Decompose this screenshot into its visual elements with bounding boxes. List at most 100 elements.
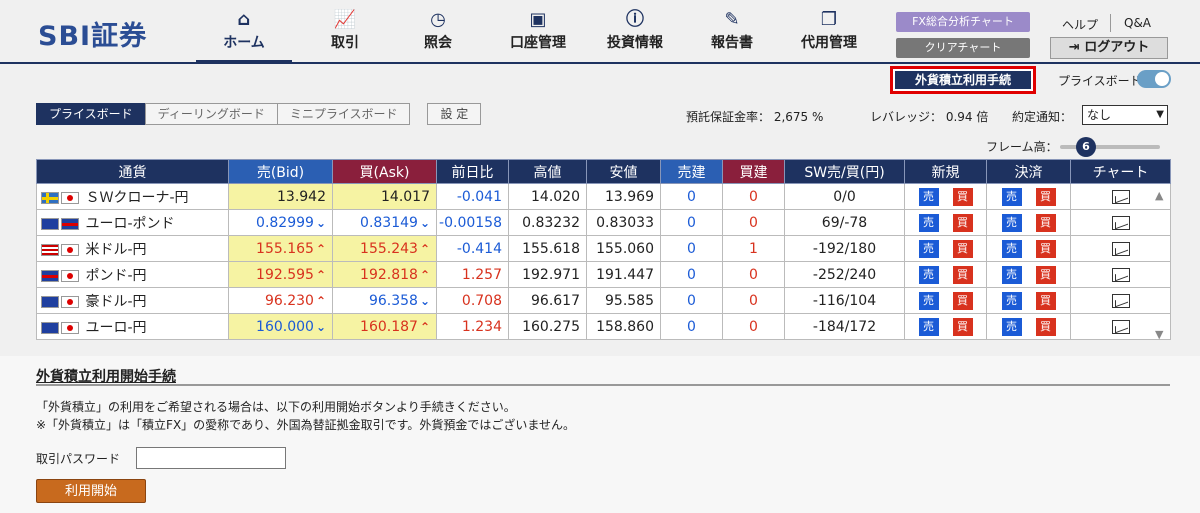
bid-cell[interactable]: 0.82999 ⌄ (228, 209, 333, 236)
table-row[interactable]: 米ドル-円 155.165 ⌃ 155.243 ⌃ -0.414 155.618 155.06… (36, 235, 1171, 262)
ask-cell[interactable]: 14.017 (332, 183, 437, 210)
ask-cell[interactable]: 160.187 ⌃ (332, 313, 437, 340)
section-description-1: 「外貨積立」の利用をご希望される場合は、以下の利用開始ボタンより手続きください。 (36, 400, 516, 414)
settle-sell-button[interactable]: 売 (1001, 187, 1022, 206)
nav-account[interactable]: ▣ 口座管理 (488, 8, 588, 62)
tab-settings[interactable]: 設 定 (427, 103, 482, 125)
new-sell-button[interactable]: 売 (918, 317, 939, 336)
ask-cell[interactable]: 96.358 ⌄ (332, 287, 437, 314)
logout-button[interactable]: ⇥ ログアウト (1050, 37, 1168, 59)
high-cell: 14.020 (508, 183, 587, 210)
settle-sell-button[interactable]: 売 (1001, 239, 1022, 258)
priceboard-toggle[interactable] (1137, 70, 1171, 88)
high-cell: 96.617 (508, 287, 587, 314)
table-row[interactable]: ポンド-円 192.595 ⌃ 192.818 ⌃ 1.257 192.971 191.447… (36, 261, 1171, 288)
nav-collateral[interactable]: ❐ 代用管理 (784, 8, 874, 62)
table-row[interactable]: ユーロ-ポンド 0.82999 ⌄ 0.83149 ⌄ -0.00158 0.83232 0.… (36, 209, 1171, 236)
currency-cell[interactable]: ＳＷクローナ-円 (36, 183, 229, 210)
chart-icon[interactable] (1111, 319, 1130, 334)
fx-tsumitate-button[interactable]: 外貨積立利用手続 (895, 71, 1031, 89)
nav-trade[interactable]: 📈 取引 (300, 8, 390, 62)
chart-icon[interactable] (1111, 241, 1130, 256)
new-order-cell: 売買 (904, 287, 987, 314)
qa-link[interactable]: Q&A (1124, 16, 1151, 30)
settle-sell-button[interactable]: 売 (1001, 291, 1022, 310)
new-buy-button[interactable]: 買 (952, 317, 973, 336)
bid-cell[interactable]: 160.000 ⌄ (228, 313, 333, 340)
fx-analysis-chart-button[interactable]: FX総合分析チャート (896, 12, 1030, 32)
ask-cell[interactable]: 0.83149 ⌄ (332, 209, 437, 236)
help-link[interactable]: ヘルプ (1062, 16, 1098, 33)
currency-cell[interactable]: 米ドル-円 (36, 235, 229, 262)
settle-sell-button[interactable]: 売 (1001, 317, 1022, 336)
nav-account-label: 口座管理 (510, 35, 566, 51)
password-input[interactable] (136, 447, 286, 469)
notify-select[interactable]: なし (1082, 105, 1168, 125)
frame-height-slider[interactable] (1060, 145, 1160, 149)
scroll-down-icon[interactable]: ▼ (1155, 328, 1163, 341)
frame-height-knob[interactable]: 6 (1076, 137, 1096, 157)
sbi-logo[interactable]: SBI証券 (38, 14, 147, 53)
table-row[interactable]: 豪ドル-円 96.230 ⌃ 96.358 ⌄ 0.708 96.617 95.585 0 0 -1… (36, 287, 1171, 314)
change-cell: 0.708 (436, 287, 509, 314)
nav-inquiry[interactable]: ◷ 照会 (392, 8, 484, 62)
clear-chart-button[interactable]: クリアチャート (896, 38, 1030, 58)
nav-home[interactable]: ⌂ ホーム (196, 8, 292, 64)
bid-cell[interactable]: 155.165 ⌃ (228, 235, 333, 262)
scroll-up-icon[interactable]: ▲ (1155, 189, 1163, 202)
tab-mini-priceboard[interactable]: ミニプライスボード (276, 103, 411, 125)
col-ask: 買(Ask) (332, 159, 437, 184)
chart-icon[interactable] (1111, 267, 1130, 282)
bid-cell[interactable]: 13.942 (228, 183, 333, 210)
settle-cell: 売買 (986, 313, 1071, 340)
chart-icon[interactable] (1111, 293, 1130, 308)
settle-buy-button[interactable]: 買 (1035, 291, 1056, 310)
settle-buy-button[interactable]: 買 (1035, 317, 1056, 336)
settle-buy-button[interactable]: 買 (1035, 187, 1056, 206)
start-button[interactable]: 利用開始 (36, 479, 146, 503)
new-buy-button[interactable]: 買 (952, 187, 973, 206)
new-buy-button[interactable]: 買 (952, 239, 973, 258)
new-sell-button[interactable]: 売 (918, 187, 939, 206)
tab-dealingboard[interactable]: ディーリングボード (144, 103, 278, 125)
high-cell: 160.275 (508, 313, 587, 340)
chart-icon[interactable] (1111, 215, 1130, 230)
tab-priceboard[interactable]: プライスボード (36, 103, 146, 125)
ask-cell[interactable]: 155.243 ⌃ (332, 235, 437, 262)
new-buy-button[interactable]: 買 (952, 213, 973, 232)
table-row[interactable]: ユーロ-円 160.000 ⌄ 160.187 ⌃ 1.234 160.275 158.860… (36, 313, 1171, 340)
settle-buy-button[interactable]: 買 (1035, 265, 1056, 284)
nav-report[interactable]: ✎ 報告書 (690, 8, 774, 62)
chart-icon[interactable] (1111, 189, 1130, 204)
settle-buy-button[interactable]: 買 (1035, 239, 1056, 258)
new-order-cell: 売買 (904, 183, 987, 210)
currency-cell[interactable]: 豪ドル-円 (36, 287, 229, 314)
fx-tsumitate-button-highlight[interactable]: 外貨積立利用手続 (890, 66, 1036, 94)
new-sell-button[interactable]: 売 (918, 213, 939, 232)
high-cell: 192.971 (508, 261, 587, 288)
low-cell: 0.83033 (586, 209, 661, 236)
nav-info[interactable]: ⓘ 投資情報 (590, 8, 680, 62)
swap-cell: 69/-78 (784, 209, 905, 236)
bid-cell[interactable]: 192.595 ⌃ (228, 261, 333, 288)
settle-buy-button[interactable]: 買 (1035, 213, 1056, 232)
currency-cell[interactable]: ユーロ-ポンド (36, 209, 229, 236)
low-cell: 13.969 (586, 183, 661, 210)
new-sell-button[interactable]: 売 (918, 265, 939, 284)
new-buy-button[interactable]: 買 (952, 291, 973, 310)
change-cell: -0.414 (436, 235, 509, 262)
new-sell-button[interactable]: 売 (918, 239, 939, 258)
settle-sell-button[interactable]: 売 (1001, 265, 1022, 284)
table-row[interactable]: ＳＷクローナ-円 13.942 14.017 -0.041 14.020 13.969 0 0… (36, 183, 1171, 210)
currency-cell[interactable]: ユーロ-円 (36, 313, 229, 340)
ask-cell[interactable]: 192.818 ⌃ (332, 261, 437, 288)
currency-cell[interactable]: ポンド-円 (36, 261, 229, 288)
new-sell-button[interactable]: 売 (918, 291, 939, 310)
bid-cell[interactable]: 96.230 ⌃ (228, 287, 333, 314)
settle-sell-button[interactable]: 売 (1001, 213, 1022, 232)
change-cell: -0.00158 (436, 209, 509, 236)
col-low: 安値 (586, 159, 661, 184)
low-cell: 158.860 (586, 313, 661, 340)
table-scrollbar[interactable]: ▲ ▼ (1152, 187, 1170, 343)
new-buy-button[interactable]: 買 (952, 265, 973, 284)
